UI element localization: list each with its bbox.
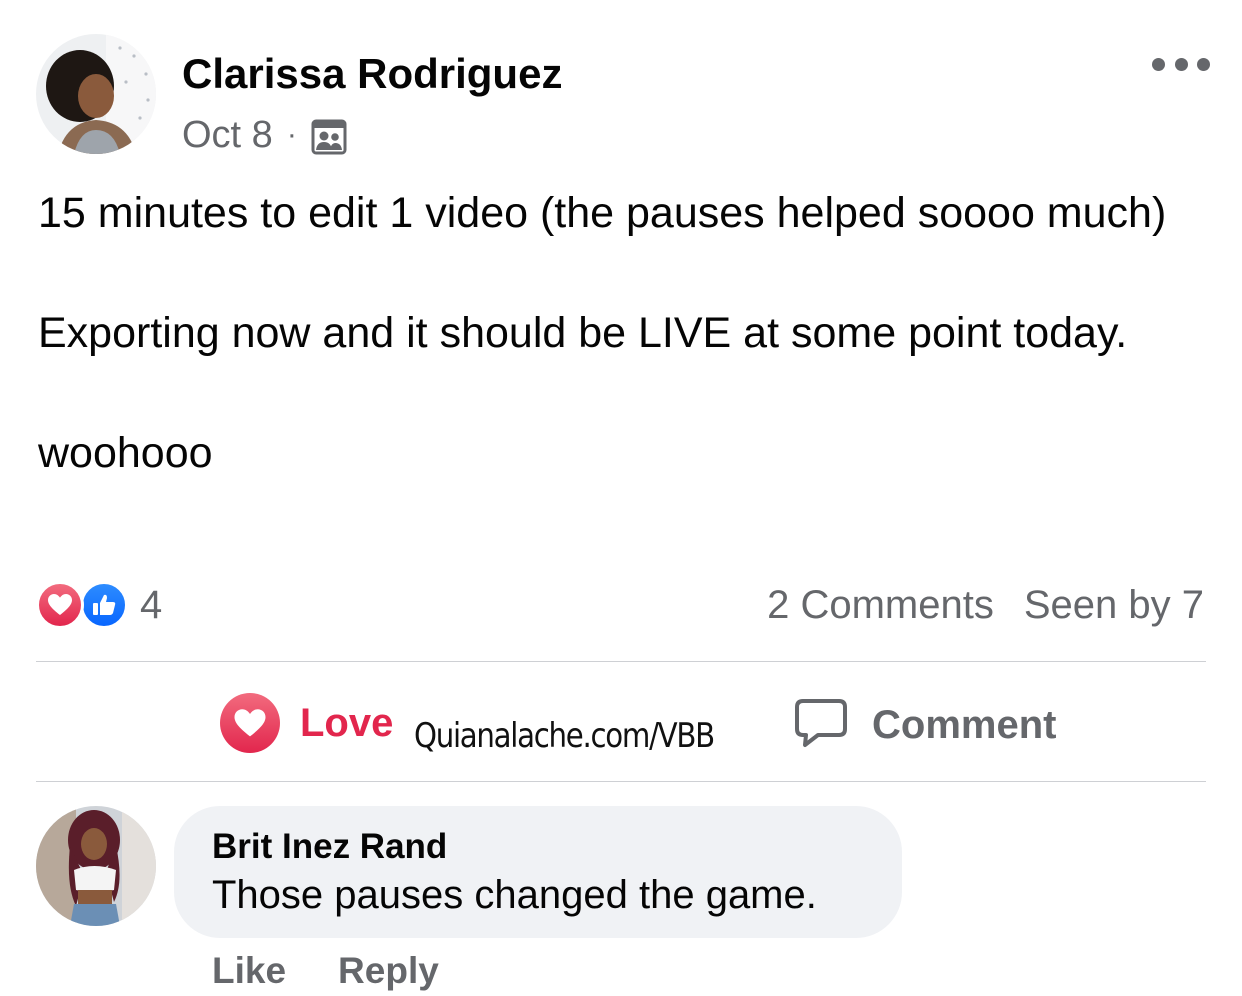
post-stats: 2 Comments Seen by 7 [767,580,1204,630]
watermark-text: Quianalache.com/VBB [414,716,715,756]
comment-actions: Like Reply [212,950,439,996]
comment-button-label: Comment [872,702,1057,747]
seen-by-link[interactable]: Seen by 7 [1024,583,1204,628]
love-button-label: Love [300,700,394,745]
comment-like-button[interactable]: Like [212,950,286,996]
comment-bubble: Brit Inez Rand Those pauses changed the … [174,806,902,938]
like-reaction-icon [80,581,128,629]
post-body: 15 minutes to edit 1 video (the pauses h… [38,184,1218,483]
comment-button[interactable]: Comment [794,694,1056,756]
meta-separator: · [286,118,297,151]
post-meta: Oct 8 · [182,112,347,158]
commenter-name[interactable]: Brit Inez Rand [212,824,864,870]
group-icon [311,119,347,155]
commenter-avatar-image [36,806,156,926]
author-avatar[interactable] [36,34,156,154]
commenter-avatar[interactable] [36,806,156,926]
post-text-line: woohooo [38,429,213,477]
divider [36,661,1206,662]
divider [36,781,1206,782]
author-avatar-image [36,34,156,154]
love-reaction-icon [36,581,84,629]
reaction-summary[interactable]: 4 [36,580,162,630]
comments-count-link[interactable]: 2 Comments [767,583,994,628]
love-button[interactable]: Love [220,692,393,754]
more-options-icon[interactable] [1152,48,1210,80]
post-date[interactable]: Oct 8 [182,114,273,157]
post-card: Clarissa Rodriguez Oct 8 · 15 minutes to… [0,0,1242,996]
comment-text: Those pauses changed the game. [212,873,817,917]
comment-bubble-icon [794,697,848,754]
comment-reply-button[interactable]: Reply [338,950,439,996]
love-heart-icon [220,693,280,753]
reaction-count: 4 [140,582,163,627]
post-text-line: 15 minutes to edit 1 video (the pauses h… [38,189,1167,237]
reactions-bar: 4 2 Comments Seen by 7 [36,578,1206,630]
post-text-line: Exporting now and it should be LIVE at s… [38,309,1128,357]
author-name[interactable]: Clarissa Rodriguez [182,50,562,98]
